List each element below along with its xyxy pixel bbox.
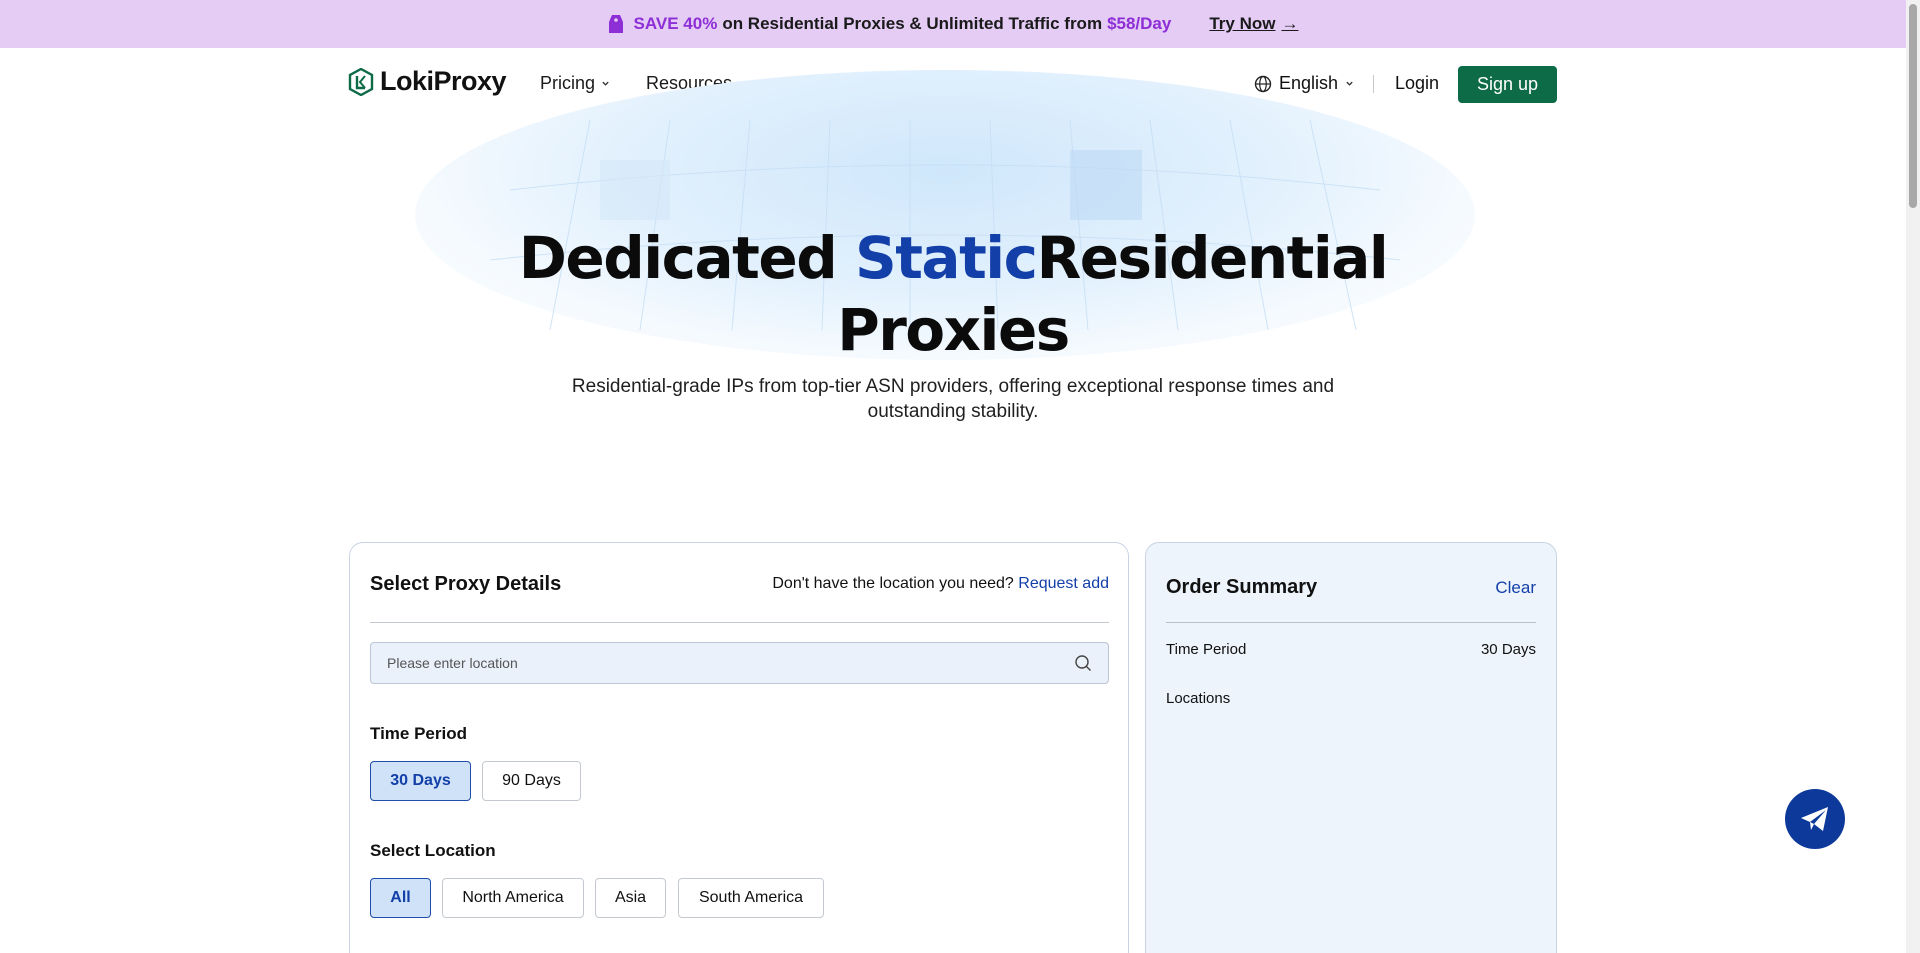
promo-price: $58/Day bbox=[1107, 14, 1172, 33]
hero-title-part1: Dedicated bbox=[518, 224, 838, 292]
location-option-all[interactable]: All bbox=[370, 878, 431, 918]
location-option-south-america[interactable]: South America bbox=[678, 878, 824, 918]
hero-subtitle: Residential-grade IPs from top-tier ASN … bbox=[0, 374, 1906, 424]
time-option-90-days[interactable]: 90 Days bbox=[482, 761, 581, 801]
globe-icon bbox=[1254, 75, 1272, 92]
summary-time-period-label: Time Period bbox=[1166, 641, 1247, 658]
location-search-input[interactable] bbox=[387, 655, 1074, 671]
order-summary-card: Order Summary Clear Time Period 30 Days … bbox=[1145, 542, 1557, 953]
promo-banner: SAVE 40% on Residential Proxies & Unlimi… bbox=[0, 0, 1906, 48]
summary-time-period-value: 30 Days bbox=[1480, 641, 1536, 658]
summary-locations-label: Locations bbox=[1166, 690, 1231, 707]
time-period-label: Time Period bbox=[370, 724, 467, 743]
location-search bbox=[370, 642, 1109, 684]
promo-save: SAVE 40% bbox=[633, 14, 718, 33]
telegram-icon bbox=[1801, 807, 1828, 831]
location-option-asia[interactable]: Asia bbox=[595, 878, 666, 918]
proxy-details-title: Select Proxy Details bbox=[370, 573, 562, 595]
language-label: English bbox=[1279, 73, 1339, 93]
price-tag-icon bbox=[608, 14, 624, 34]
page-scrollbar[interactable] bbox=[1906, 0, 1920, 953]
location-option-north-america[interactable]: North America bbox=[442, 878, 584, 918]
search-icon[interactable] bbox=[1074, 654, 1092, 672]
nav-divider bbox=[1373, 75, 1374, 93]
select-location-label: Select Location bbox=[370, 841, 496, 860]
signup-button[interactable]: Sign up bbox=[1458, 66, 1557, 103]
login-link[interactable]: Login bbox=[1395, 73, 1439, 94]
hero-subtitle-line1: Residential-grade IPs from top-tier ASN … bbox=[571, 376, 1335, 397]
hero-subtitle-line2: outstanding stability. bbox=[867, 401, 1039, 422]
time-option-30-days[interactable]: 30 Days bbox=[370, 761, 471, 801]
try-now-link[interactable]: Try Now → bbox=[1209, 14, 1298, 34]
hero-title-line1: Dedicated StaticResidential bbox=[0, 222, 1906, 294]
proxy-details-card: Select Proxy Details Don't have the loca… bbox=[349, 542, 1129, 953]
request-location: Don't have the location you need? Reques… bbox=[772, 575, 1109, 593]
divider bbox=[370, 622, 1109, 623]
hero-title-part2: Residential bbox=[1036, 224, 1389, 292]
summary-locations-row: Locations bbox=[1166, 690, 1536, 707]
promo-text: on Residential Proxies & Unlimited Traff… bbox=[722, 14, 1103, 33]
request-prompt: Don't have the location you need? bbox=[772, 575, 1014, 592]
request-add-link[interactable]: Request add bbox=[1018, 575, 1109, 592]
logo-mark-icon bbox=[348, 67, 374, 96]
nav-pricing[interactable]: Pricing bbox=[540, 73, 610, 94]
arrow-right-icon: → bbox=[1281, 14, 1299, 33]
hero-title: Dedicated StaticResidential Proxies bbox=[0, 222, 1906, 366]
nav-pricing-label: Pricing bbox=[540, 73, 596, 93]
brand-name: LokiProxy bbox=[380, 66, 507, 96]
clear-button[interactable]: Clear bbox=[1495, 578, 1536, 598]
language-selector[interactable]: English bbox=[1254, 73, 1354, 94]
scrollbar-thumb[interactable] bbox=[1909, 4, 1917, 208]
try-now-label: Try Now bbox=[1209, 14, 1276, 33]
chevron-down-icon bbox=[1346, 81, 1353, 86]
divider bbox=[1166, 622, 1536, 623]
chevron-down-icon bbox=[602, 81, 609, 86]
telegram-chat-button[interactable] bbox=[1785, 789, 1845, 849]
logo[interactable]: LokiProxy bbox=[348, 66, 507, 97]
hero-title-line2: Proxies bbox=[837, 296, 1070, 364]
summary-time-period-row: Time Period 30 Days bbox=[1166, 641, 1536, 658]
hero-title-accent: Static bbox=[854, 224, 1038, 292]
order-summary-title: Order Summary bbox=[1166, 576, 1318, 598]
